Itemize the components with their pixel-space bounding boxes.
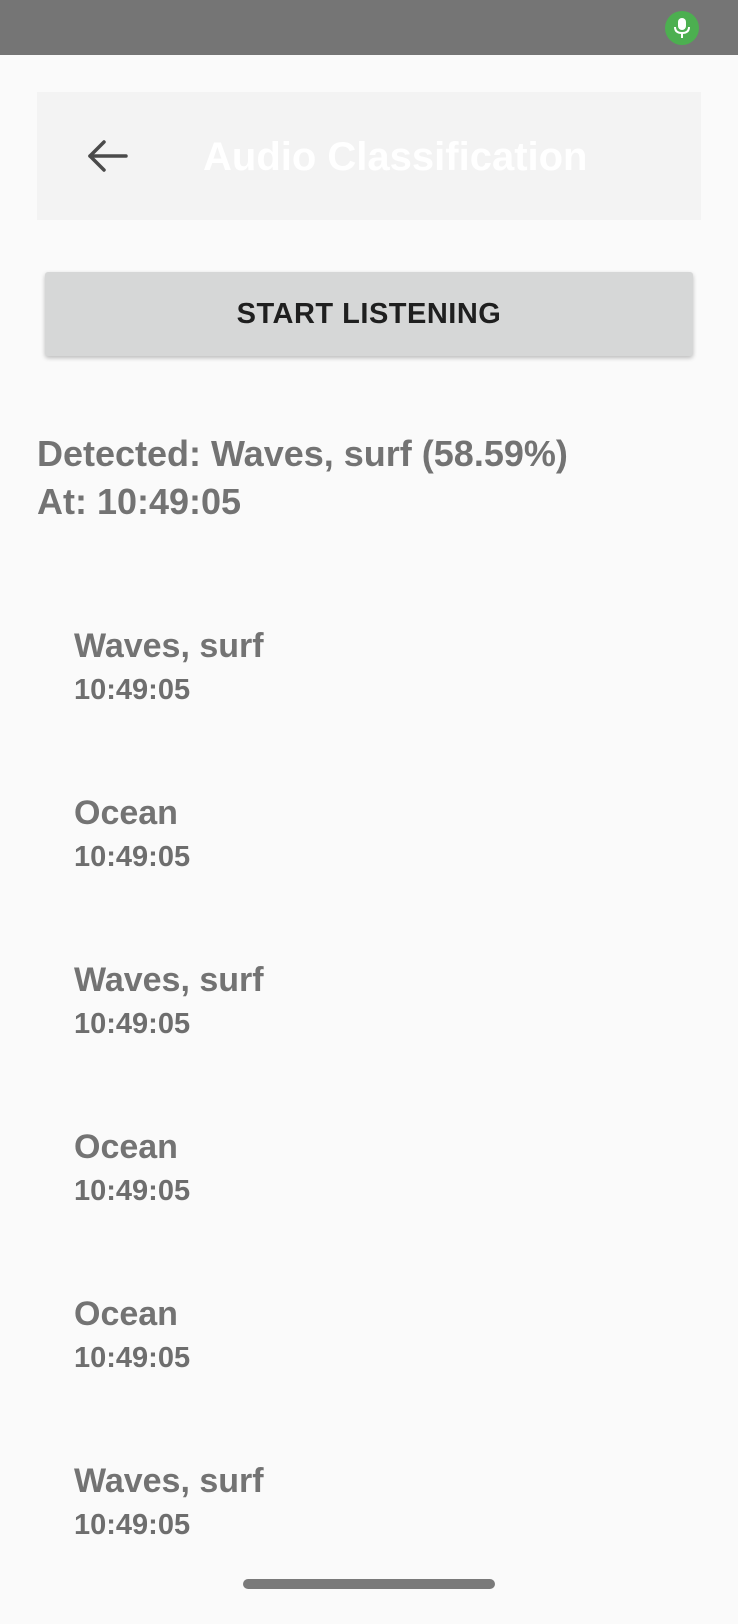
detected-time: At: 10:49:05	[37, 481, 242, 522]
history-list: Waves, surf 10:49:05 Ocean 10:49:05 Wave…	[74, 622, 714, 1624]
history-item-label: Waves, surf	[74, 1462, 264, 1500]
list-item: Waves, surf 10:49:05	[74, 1457, 714, 1624]
history-item-time: 10:49:05	[74, 1175, 191, 1207]
back-button[interactable]	[77, 126, 137, 186]
history-item-label: Ocean	[74, 1128, 178, 1166]
list-item: Waves, surf 10:49:05	[74, 622, 714, 789]
history-item-time: 10:49:05	[74, 1008, 191, 1040]
detection-result: Detected: Waves, surf (58.59%) At: 10:49…	[37, 430, 727, 526]
list-item: Ocean 10:49:05	[74, 1123, 714, 1290]
status-bar	[0, 0, 738, 55]
list-item: Waves, surf 10:49:05	[74, 956, 714, 1123]
history-item-label: Ocean	[74, 1295, 178, 1333]
list-item: Ocean 10:49:05	[74, 1290, 714, 1457]
arrow-left-icon	[88, 140, 128, 172]
history-item-label: Waves, surf	[74, 627, 264, 665]
history-item-label: Ocean	[74, 794, 178, 832]
history-item-time: 10:49:05	[74, 1509, 191, 1541]
app-bar: Audio Classification	[37, 92, 701, 220]
history-item-time: 10:49:05	[74, 1342, 191, 1374]
history-item-label: Waves, surf	[74, 961, 264, 999]
history-item-time: 10:49:05	[74, 841, 191, 873]
page-title: Audio Classification	[203, 135, 588, 179]
list-item: Ocean 10:49:05	[74, 789, 714, 956]
start-listening-button[interactable]: START LISTENING	[45, 272, 693, 356]
history-item-time: 10:49:05	[74, 674, 191, 706]
microphone-icon	[665, 11, 699, 45]
detected-label: Detected: Waves, surf (58.59%)	[37, 433, 568, 474]
gesture-navigation-bar[interactable]	[243, 1579, 495, 1589]
